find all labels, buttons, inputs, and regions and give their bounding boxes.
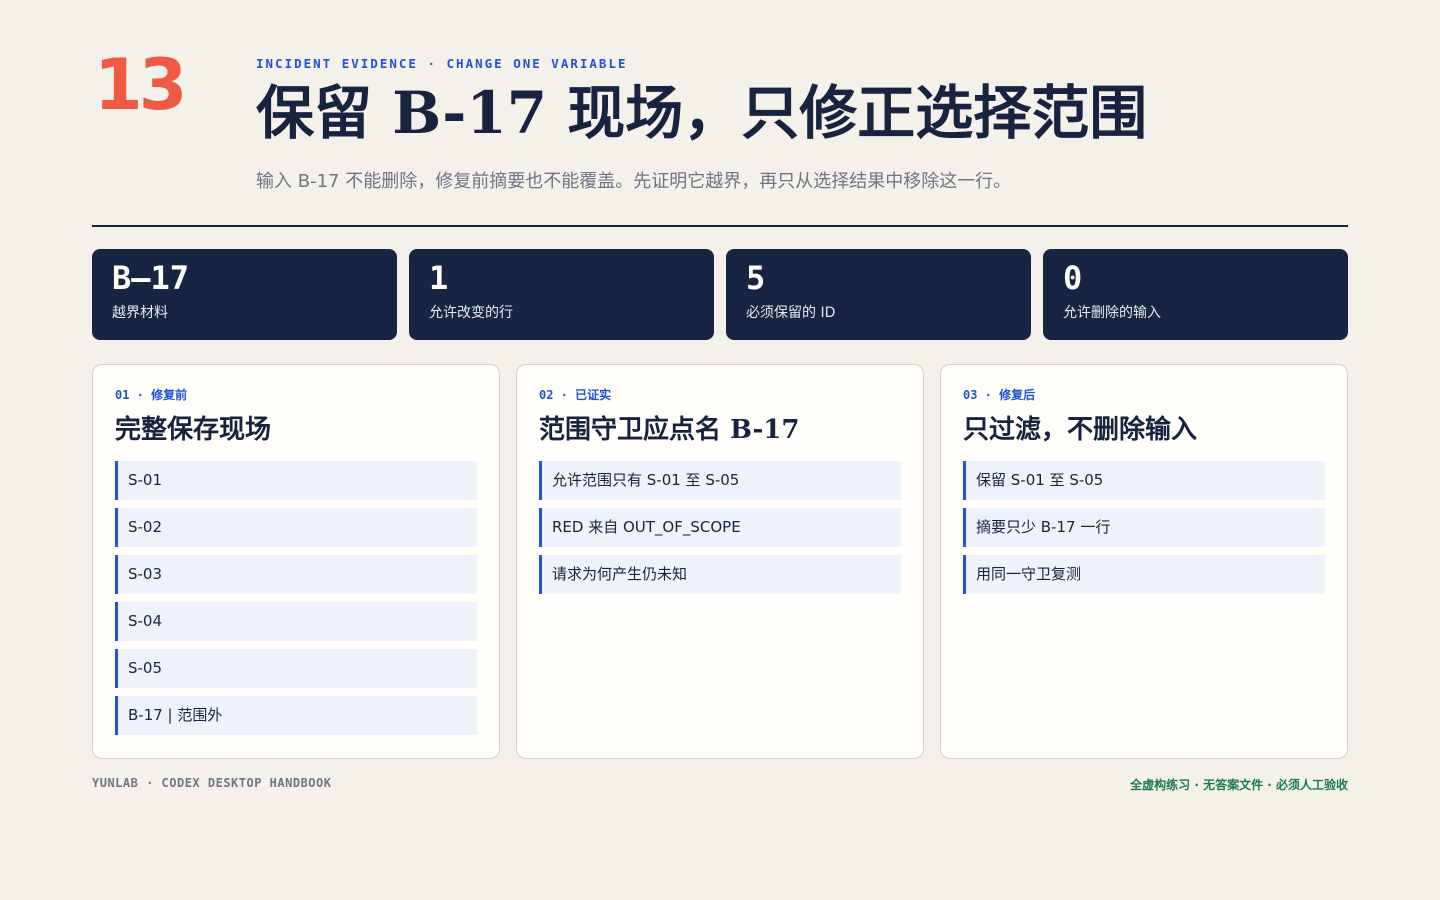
list-item: S-05 [115,649,477,688]
page-title: 保留 B-17 现场，只修正选择范围 [256,79,1148,147]
list-item: RED 来自 OUT_OF_SCOPE [539,508,901,547]
list-item: S-04 [115,602,477,641]
footer-notes: 全虚构练习 · 无答案文件 · 必须人工验收 [1130,778,1348,792]
card-tag: 02 · 已证实 [539,388,612,402]
step-cards: 01 · 修复前 完整保存现场 S-01 S-02 S-03 S-04 S-05… [92,364,1348,759]
stat-label: 越界材料 [112,305,168,322]
stat-row: B–17 越界材料 1 允许改变的行 5 必须保留的 ID 0 允许删除的输入 [92,249,1348,340]
card-tag: 01 · 修复前 [115,388,188,402]
stat-label: 允许改变的行 [429,305,513,322]
eyebrow-label: INCIDENT EVIDENCE · CHANGE ONE VARIABLE [256,56,628,71]
card-confirmed: 02 · 已证实 范围守卫应点名 B-17 允许范围只有 S-01 至 S-05… [516,364,924,759]
list-item: S-01 [115,461,477,500]
header-divider [92,225,1348,227]
list-item: 允许范围只有 S-01 至 S-05 [539,461,901,500]
list-item: 请求为何产生仍未知 [539,555,901,594]
stat-card-inputs-deleted: 0 允许删除的输入 [1043,249,1348,340]
stat-value: 1 [429,259,449,297]
list-item: B-17 | 范围外 [115,696,477,735]
card-tag: 03 · 修复后 [963,388,1036,402]
stat-value: 0 [1063,259,1083,297]
stat-label: 必须保留的 ID [746,305,836,322]
stat-value: B–17 [112,259,190,297]
list-item: S-03 [115,555,477,594]
stat-label: 允许删除的输入 [1063,305,1161,322]
stat-card-out-of-scope: B–17 越界材料 [92,249,397,340]
card-before-fix: 01 · 修复前 完整保存现场 S-01 S-02 S-03 S-04 S-05… [92,364,500,759]
card-title: 完整保存现场 [115,415,272,445]
list-item: 用同一守卫复测 [963,555,1325,594]
list-item: S-02 [115,508,477,547]
page-subtitle: 输入 B-17 不能删除，修复前摘要也不能覆盖。先证明它越界，再只从选择结果中移… [256,171,1012,192]
footer-brand: YUNLAB · CODEX DESKTOP HANDBOOK [92,776,332,790]
stat-card-ids-kept: 5 必须保留的 ID [726,249,1031,340]
card-title: 范围守卫应点名 B-17 [539,415,800,445]
stat-value: 5 [746,259,766,297]
stat-card-rows-changed: 1 允许改变的行 [409,249,714,340]
card-after-fix: 03 · 修复后 只过滤，不删除输入 保留 S-01 至 S-05 摘要只少 B… [940,364,1348,759]
card-title: 只过滤，不删除输入 [963,415,1198,445]
page-number: 13 [94,44,187,126]
list-item: 摘要只少 B-17 一行 [963,508,1325,547]
list-item: 保留 S-01 至 S-05 [963,461,1325,500]
